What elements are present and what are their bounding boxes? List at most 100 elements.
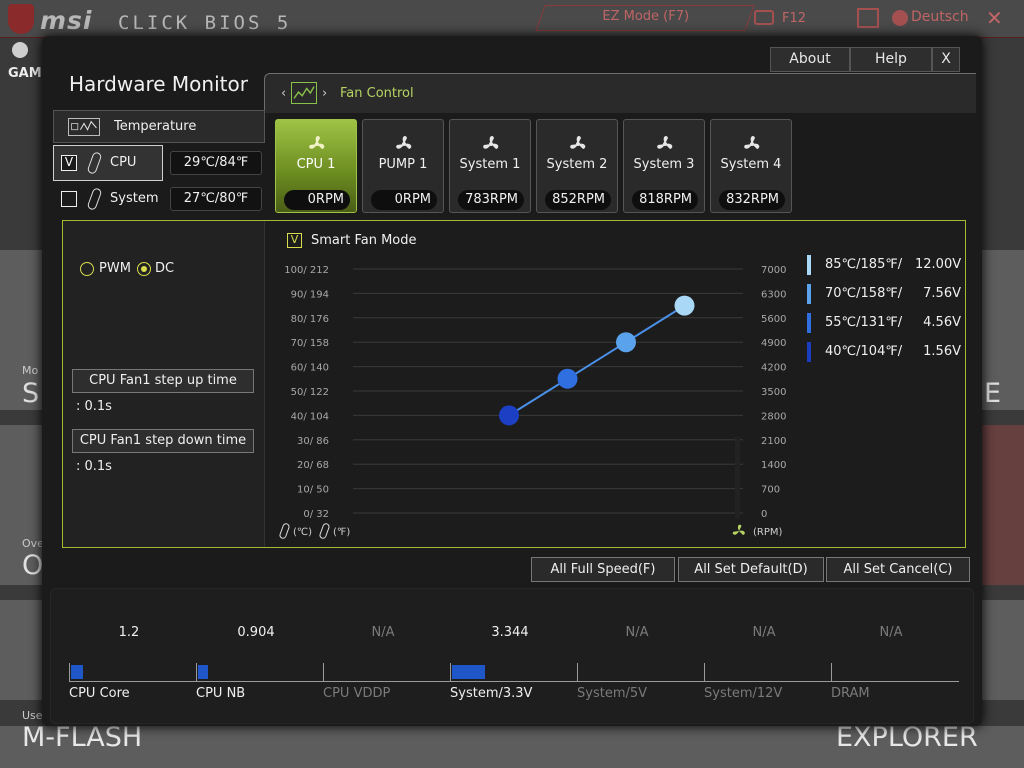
legend-color-bar: [807, 284, 811, 304]
y-left-tick-label: 10/ 50: [297, 485, 329, 496]
voltage-value: 1.2: [118, 625, 140, 640]
y-right-tick-label: 700: [761, 485, 780, 496]
fan-curve-point: [616, 332, 636, 353]
fan-rpm: 0RPM: [371, 190, 437, 210]
voltage-value: N/A: [752, 625, 776, 640]
bg-tile-right-2: [982, 425, 1024, 585]
voltage-label: System/12V: [704, 686, 783, 701]
step-up-time-button[interactable]: CPU Fan1 step up time: [72, 369, 254, 393]
step-down-time-button[interactable]: CPU Fan1 step down time: [72, 429, 254, 453]
fan-tab[interactable]: System 3 818RPM: [623, 119, 705, 213]
all-full-speed-button[interactable]: All Full Speed(F): [531, 557, 675, 582]
fan-name: CPU 1: [296, 157, 336, 172]
voltage-bar: [452, 665, 485, 679]
voltage-label: System/3.3V: [450, 686, 533, 701]
smart-fan-checkbox[interactable]: V: [287, 233, 302, 248]
bg-tile-mflash: [0, 600, 42, 700]
window-title: Hardware Monitor: [69, 72, 248, 96]
voltage-label: CPU VDDP: [323, 686, 391, 701]
y-left-tick-label: 100/ 212: [284, 265, 329, 276]
voltage-value: N/A: [625, 625, 649, 640]
legend-temp: 55℃/131℉/: [825, 315, 903, 330]
legend-color-bar: [807, 342, 811, 362]
close-icon[interactable]: ✕: [986, 6, 1003, 30]
search-icon[interactable]: [857, 8, 879, 28]
fan-rpm: 818RPM: [632, 190, 698, 210]
legend-temp: 40℃/104℉/: [825, 344, 903, 359]
step-up-time-value: : 0.1s: [76, 399, 112, 414]
temp-row-system[interactable]: System 27℃/80℉: [53, 181, 265, 217]
voltage-label: DRAM: [831, 686, 870, 701]
explorer-title[interactable]: EXPLORER: [836, 722, 978, 753]
pwm-label: PWM: [99, 261, 131, 276]
step-down-time-value: : 0.1s: [76, 459, 112, 474]
y-left-tick-label: 30/ 86: [297, 436, 329, 447]
pwm-radio[interactable]: [80, 262, 94, 276]
fan-icon: [655, 134, 675, 154]
prev-arrow-icon[interactable]: ‹: [281, 86, 286, 101]
fan-tab[interactable]: PUMP 1 0RPM: [362, 119, 444, 213]
voltage-tick: [704, 663, 705, 681]
window-buttons: About Help X: [770, 47, 960, 72]
help-button[interactable]: Help: [850, 47, 932, 72]
temperature-graph-icon: [68, 118, 100, 136]
fan-rpm: 852RPM: [545, 190, 611, 210]
legend-voltage: 4.56V: [923, 315, 961, 330]
cpu-temp-checkbox[interactable]: V: [61, 155, 77, 171]
dc-radio[interactable]: [137, 262, 151, 276]
y-left-tick-label: 40/ 104: [291, 411, 329, 422]
msi-logo-text: msi: [40, 6, 93, 35]
y-right-tick-label: 6300: [761, 289, 786, 300]
temp-row-cpu[interactable]: V CPU 29℃/84℉: [53, 145, 265, 181]
fan-tab[interactable]: System 1 783RPM: [449, 119, 531, 213]
thermometer-icon: [86, 187, 103, 211]
bg-settings-caption: Mo: [22, 364, 39, 377]
temperature-title: Temperature: [114, 119, 197, 134]
temp-name-cpu: CPU: [110, 155, 137, 170]
y-left-tick-label: 80/ 176: [291, 314, 329, 325]
globe-icon[interactable]: [892, 10, 908, 26]
language-button[interactable]: Deutsch: [911, 9, 969, 25]
voltage-value: N/A: [879, 625, 903, 640]
ez-mode-button[interactable]: EZ Mode (F7): [535, 5, 755, 31]
fan-curve-point: [557, 368, 578, 389]
screenshot-icon[interactable]: [754, 10, 774, 25]
voltage-label: CPU Core: [69, 686, 130, 701]
temp-value-cpu: 29℃/84℉: [170, 151, 262, 175]
fan-name: PUMP 1: [378, 157, 428, 172]
voltage-bar: [71, 665, 83, 679]
close-button[interactable]: X: [932, 47, 960, 72]
voltage-tick: [323, 663, 324, 681]
click-bios-logo-text: CLICK BIOS 5: [118, 12, 292, 34]
fan-tab[interactable]: System 4 832RPM: [710, 119, 792, 213]
y-left-tick-label: 20/ 68: [297, 460, 329, 471]
fan-control-title: Fan Control: [340, 86, 414, 101]
voltage-value: 0.904: [237, 625, 275, 640]
temperature-header: Temperature: [53, 110, 265, 143]
temp-value-system: 27℃/80℉: [170, 187, 262, 211]
legend-color-bar: [807, 313, 811, 333]
rpm-level-track: [735, 437, 740, 519]
fan-icon: [732, 524, 745, 535]
voltage-tick: [577, 663, 578, 681]
hardware-monitor-window: Hardware Monitor About Help X ‹ › Fan Co…: [42, 36, 982, 726]
fan-icon: [742, 134, 762, 154]
next-arrow-icon[interactable]: ›: [322, 86, 327, 101]
bg-oc-caption: Ove: [22, 537, 44, 550]
fan-icon: [481, 134, 501, 154]
fan-tab[interactable]: CPU 1 0RPM: [275, 119, 357, 213]
voltage-tick: [831, 663, 832, 681]
y-left-tick-label: 70/ 158: [291, 338, 329, 349]
bg-oc-title: O: [22, 550, 44, 581]
ez-mode-label: EZ Mode (F7): [602, 9, 689, 24]
system-temp-checkbox[interactable]: [61, 191, 77, 207]
all-set-default-button[interactable]: All Set Default(D): [678, 557, 824, 582]
fan-curve-chart: 100/ 212 700090/ 194 630080/ 176 560070/ 15…: [284, 265, 786, 520]
y-left-tick-label: 60/ 140: [291, 363, 329, 374]
fan-tab[interactable]: System 2 852RPM: [536, 119, 618, 213]
about-button[interactable]: About: [770, 47, 850, 72]
m-flash-title[interactable]: M-FLASH: [22, 722, 142, 753]
voltage-baseline: [69, 681, 959, 682]
fan-settings-column: PWM DC CPU Fan1 step up time : 0.1s CPU …: [63, 221, 265, 547]
all-set-cancel-button[interactable]: All Set Cancel(C): [826, 557, 970, 582]
